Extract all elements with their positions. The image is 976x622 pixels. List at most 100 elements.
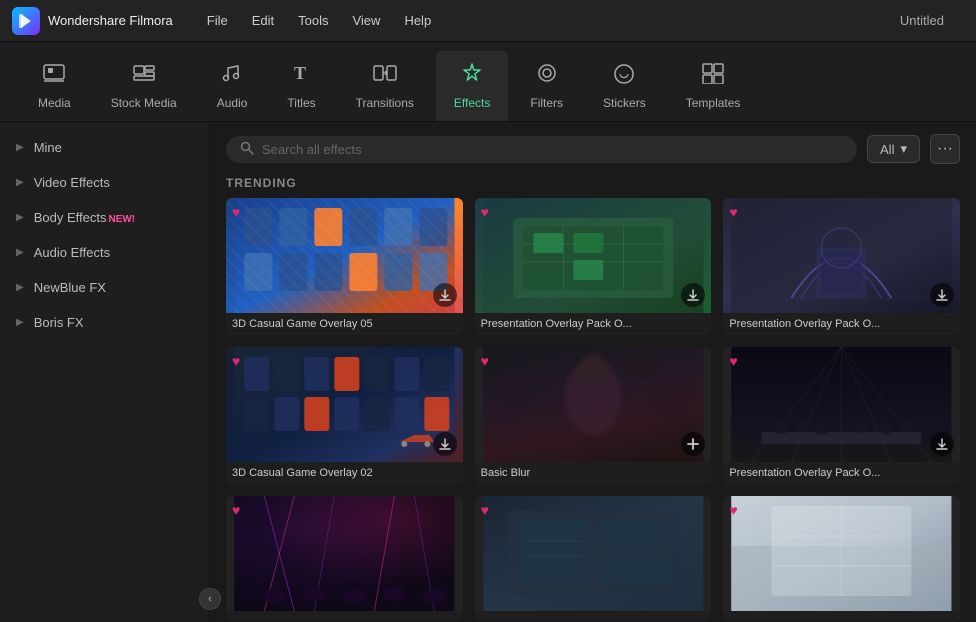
heart-icon: ♥ (232, 353, 240, 369)
tab-filters-label: Filters (530, 96, 563, 110)
heart-icon: ♥ (481, 502, 489, 518)
effect-label-pres04 (723, 611, 960, 621)
new-badge: NEW! (108, 214, 135, 225)
chevron-video-effects-icon: ▶ (16, 177, 24, 188)
tab-audio-label: Audio (217, 96, 248, 110)
download-icon-game05[interactable] (433, 283, 457, 307)
ellipsis-icon: ··· (937, 140, 953, 158)
effect-label-pres02: Presentation Overlay Pack O... (723, 313, 960, 335)
effects-grid: ♥ 3D Casual Game Overlay 05 (210, 198, 976, 622)
app-name: Wondershare Filmora (48, 13, 173, 28)
tab-titles[interactable]: T Titles (269, 51, 333, 121)
menu-help[interactable]: Help (394, 9, 441, 32)
effects-icon (460, 62, 484, 90)
tab-templates-label: Templates (686, 96, 741, 110)
download-icon-concert[interactable] (930, 432, 954, 456)
tab-stock-media-label: Stock Media (111, 96, 177, 110)
heart-icon: ♥ (232, 204, 240, 220)
filter-dropdown[interactable]: All ▾ (867, 135, 920, 163)
effect-card-game02[interactable]: ♥ 3D Casual Game Overlay 02 (226, 347, 463, 484)
effect-card-game05[interactable]: ♥ 3D Casual Game Overlay 05 (226, 198, 463, 335)
filters-icon (535, 62, 559, 90)
sidebar-video-effects-label: Video Effects (34, 175, 193, 190)
heart-icon: ♥ (729, 502, 737, 518)
chevron-boris-fx-icon: ▶ (16, 317, 24, 328)
sidebar-boris-fx-label: Boris FX (34, 315, 193, 330)
tab-media[interactable]: Media (20, 51, 89, 121)
tab-effects[interactable]: Effects (436, 51, 508, 121)
filter-label: All (880, 142, 894, 157)
app-logo: Wondershare Filmora (12, 7, 173, 35)
window-title: Untitled (900, 13, 944, 28)
sidebar-body-effects-label: Body EffectsNEW! (34, 210, 193, 225)
tab-media-label: Media (38, 96, 71, 110)
sidebar-newblue-fx-label: NewBlue FX (34, 280, 193, 295)
heart-icon: ♥ (232, 502, 240, 518)
media-icon (42, 62, 66, 90)
stickers-icon (612, 62, 636, 90)
sidebar-item-audio-effects[interactable]: ▶ Audio Effects (0, 235, 209, 270)
tab-titles-label: Titles (287, 96, 315, 110)
tab-transitions-label: Transitions (356, 96, 414, 110)
heart-icon: ♥ (729, 204, 737, 220)
sidebar-item-mine[interactable]: ▶ Mine (0, 130, 209, 165)
tab-templates[interactable]: Templates (668, 51, 759, 121)
effect-card-pres01[interactable]: ♥ Presentation Overlay Pack O... (475, 198, 712, 335)
tab-stock-media[interactable]: Stock Media (93, 51, 195, 121)
toolbar: Media Stock Media Audio T Titles Transit… (0, 42, 976, 122)
heart-icon: ♥ (481, 353, 489, 369)
chevron-audio-effects-icon: ▶ (16, 247, 24, 258)
sidebar-item-newblue-fx[interactable]: ▶ NewBlue FX (0, 270, 209, 305)
effect-card-pres02[interactable]: ♥ Presentation Overlay Pack O... (723, 198, 960, 335)
app-logo-icon (12, 7, 40, 35)
menu-items: File Edit Tools View Help (197, 9, 900, 32)
menu-view[interactable]: View (342, 9, 390, 32)
effect-label-game05: 3D Casual Game Overlay 05 (226, 313, 463, 335)
search-input-wrap (226, 136, 857, 163)
menu-tools[interactable]: Tools (288, 9, 338, 32)
sidebar-mine-label: Mine (34, 140, 193, 155)
effects-row-3: ♥ (226, 496, 960, 621)
effects-row-2: ♥ 3D Casual Game Overlay 02 (226, 347, 960, 484)
sidebar-audio-effects-label: Audio Effects (34, 245, 193, 260)
effect-label-pres01: Presentation Overlay Pack O... (475, 313, 712, 335)
section-trending: TRENDING (210, 174, 976, 198)
download-icon-game02[interactable] (433, 432, 457, 456)
effect-label-basic-blur: Basic Blur (475, 462, 712, 484)
effect-label-pres03 (475, 611, 712, 621)
download-icon-pres02[interactable] (930, 283, 954, 307)
search-input[interactable] (262, 142, 843, 157)
more-options-button[interactable]: ··· (930, 134, 960, 164)
menu-edit[interactable]: Edit (242, 9, 284, 32)
search-bar: All ▾ ··· (210, 122, 976, 174)
tab-filters[interactable]: Filters (512, 51, 581, 121)
tab-audio[interactable]: Audio (199, 51, 266, 121)
effect-card-basic-blur[interactable]: ♥ Basic Blur (475, 347, 712, 484)
tab-transitions[interactable]: Transitions (338, 51, 432, 121)
content-panel: All ▾ ··· TRENDING (210, 122, 976, 622)
transitions-icon (373, 62, 397, 90)
effect-label-game02: 3D Casual Game Overlay 02 (226, 462, 463, 484)
main-area: ▶ Mine ▶ Video Effects ▶ Body EffectsNEW… (0, 122, 976, 622)
effect-card-stage[interactable]: ♥ (226, 496, 463, 621)
collapse-sidebar-button[interactable]: ‹ (199, 588, 221, 610)
sidebar-item-boris-fx[interactable]: ▶ Boris FX (0, 305, 209, 340)
audio-icon (220, 62, 244, 90)
effect-card-concert[interactable]: ♥ Presentation Overlay Pack O... (723, 347, 960, 484)
chevron-mine-icon: ▶ (16, 142, 24, 153)
sidebar-item-video-effects[interactable]: ▶ Video Effects (0, 165, 209, 200)
chevron-newblue-fx-icon: ▶ (16, 282, 24, 293)
tab-stickers-label: Stickers (603, 96, 646, 110)
menu-file[interactable]: File (197, 9, 238, 32)
chevron-down-icon: ▾ (900, 141, 907, 157)
search-icon (240, 141, 254, 158)
effect-label-stage (226, 611, 463, 621)
titles-icon: T (290, 62, 314, 90)
sidebar-item-body-effects[interactable]: ▶ Body EffectsNEW! (0, 200, 209, 235)
tab-stickers[interactable]: Stickers (585, 51, 664, 121)
stock-media-icon (132, 62, 156, 90)
tab-effects-label: Effects (454, 96, 490, 110)
effect-card-pres03[interactable]: ♥ (475, 496, 712, 621)
menu-bar: Wondershare Filmora File Edit Tools View… (0, 0, 976, 42)
effect-card-pres04[interactable]: ♥ (723, 496, 960, 621)
